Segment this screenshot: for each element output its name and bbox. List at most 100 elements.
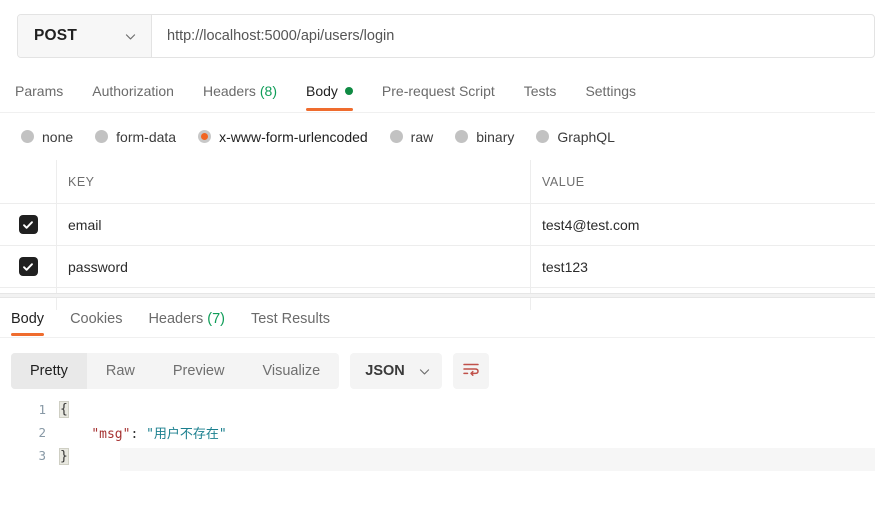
line-number: 1	[38, 402, 46, 417]
radio-form-data-label: form-data	[116, 128, 177, 145]
view-mode-raw-label: Raw	[105, 363, 135, 379]
active-line-highlight	[120, 447, 875, 471]
tab-params-label: Params	[15, 83, 64, 99]
line-number: 3	[38, 448, 46, 463]
code-line-content: {	[59, 401, 875, 418]
code-line-content: "msg": "用户不存在"	[60, 423, 875, 442]
radio-graphql-icon	[536, 130, 550, 143]
response-tab-body-label: Body	[11, 310, 45, 327]
table-row: password test123	[0, 246, 875, 288]
code-line-content: }	[59, 447, 875, 471]
response-body-viewer[interactable]: 1 { 2 "msg": "用户不存在" 3 }	[0, 398, 875, 505]
table-row: email test4@test.com	[0, 204, 875, 246]
tab-authorization[interactable]: Authorization	[92, 70, 174, 113]
header-key-cell: KEY	[57, 160, 531, 203]
row-checkbox-cell	[0, 204, 57, 245]
tab-headers-label: Headers	[202, 83, 256, 99]
radio-graphql-label: GraphQL	[557, 128, 615, 145]
tab-pre-request-script-label: Pre-request Script	[381, 83, 495, 99]
response-view-toolbar: Pretty Raw Preview Visualize JSON	[0, 348, 875, 394]
table-header-row: KEY VALUE	[0, 160, 875, 204]
row-value-cell[interactable]: test123	[531, 246, 875, 287]
json-colon: :	[130, 427, 147, 442]
radio-none[interactable]: none	[21, 129, 73, 145]
response-tab-test-results[interactable]: Test Results	[251, 300, 330, 338]
view-mode-preview-label: Preview	[172, 363, 225, 379]
radio-x-www-form-urlencoded-icon	[198, 130, 212, 143]
radio-graphql[interactable]: GraphQL	[536, 129, 615, 145]
word-wrap-icon	[462, 361, 480, 382]
url-bar-container: POST http://localhost:5000/api/users/log…	[17, 14, 875, 58]
tab-headers-count: (8)	[259, 83, 277, 99]
tab-settings[interactable]: Settings	[585, 70, 636, 113]
row-value-text: test123	[542, 258, 588, 275]
radio-raw-label: raw	[410, 128, 434, 145]
row-key-text: password	[68, 258, 128, 275]
response-tab-headers-label: Headers	[148, 310, 204, 327]
row-value-text: test4@test.com	[542, 216, 640, 233]
radio-raw[interactable]: raw	[389, 128, 434, 145]
tab-authorization-label: Authorization	[92, 83, 174, 99]
view-mode-pretty[interactable]: Pretty	[11, 353, 87, 389]
view-mode-visualize[interactable]: Visualize	[243, 353, 339, 389]
response-tab-headers-count: (7)	[207, 310, 225, 327]
json-key: "msg"	[91, 427, 131, 442]
http-method-label: POST	[34, 27, 78, 44]
radio-none-label: none	[42, 128, 74, 145]
header-value-cell: VALUE	[531, 160, 875, 203]
word-wrap-button[interactable]	[452, 353, 489, 389]
response-format-label: JSON	[365, 363, 405, 379]
row-checkbox-checked-icon[interactable]	[18, 215, 38, 234]
tab-settings-label: Settings	[585, 83, 637, 99]
response-tab-cookies[interactable]: Cookies	[70, 300, 122, 338]
column-header-value: VALUE	[542, 174, 585, 189]
row-value-cell[interactable]: test4@test.com	[531, 204, 875, 245]
pane-divider[interactable]	[0, 293, 875, 298]
json-close-brace: }	[59, 447, 69, 465]
response-tab-test-results-label: Test Results	[251, 310, 330, 327]
body-modified-dot-icon	[344, 87, 353, 95]
code-line: 1 {	[0, 398, 875, 421]
chevron-down-icon	[418, 365, 431, 378]
radio-form-data-icon	[95, 130, 109, 143]
response-tab-headers[interactable]: Headers (7)	[148, 300, 225, 338]
chevron-down-icon	[124, 30, 137, 43]
view-mode-segmented-control: Pretty Raw Preview Visualize	[11, 353, 340, 389]
code-line: 2 "msg": "用户不存在"	[0, 421, 875, 444]
json-string-value: "用户不存在"	[146, 427, 227, 442]
response-tab-cookies-label: Cookies	[70, 310, 123, 327]
request-tabs: Params Authorization Headers (8) Body Pr…	[0, 70, 875, 113]
radio-form-data[interactable]: form-data	[95, 129, 176, 145]
response-format-select[interactable]: JSON	[350, 353, 442, 389]
tab-body-label: Body	[306, 83, 338, 99]
row-key-cell[interactable]: email	[57, 204, 531, 245]
row-key-text: email	[68, 216, 102, 233]
params-table: KEY VALUE email test4@test.com password	[0, 160, 875, 310]
http-method-select[interactable]: POST	[18, 15, 152, 57]
row-checkbox-cell	[0, 246, 57, 287]
response-tab-body[interactable]: Body	[11, 300, 45, 338]
tab-tests[interactable]: Tests	[524, 70, 557, 113]
line-number: 2	[38, 425, 46, 440]
radio-none-icon	[21, 130, 34, 143]
view-mode-preview[interactable]: Preview	[154, 353, 244, 389]
tab-params[interactable]: Params	[15, 70, 63, 113]
column-header-key: KEY	[68, 174, 95, 189]
view-mode-visualize-label: Visualize	[262, 363, 321, 379]
url-input[interactable]: http://localhost:5000/api/users/login	[152, 15, 874, 57]
row-key-cell[interactable]: password	[57, 246, 531, 287]
radio-raw-icon	[389, 130, 403, 143]
row-checkbox-checked-icon[interactable]	[18, 257, 38, 276]
text-cursor	[67, 447, 70, 463]
tab-body[interactable]: Body	[306, 70, 353, 113]
radio-binary-label: binary	[476, 128, 515, 145]
radio-binary[interactable]: binary	[455, 129, 514, 145]
tab-headers[interactable]: Headers (8)	[203, 70, 277, 113]
view-mode-raw[interactable]: Raw	[87, 353, 154, 389]
code-line: 3 }	[0, 444, 875, 471]
tab-body-active-underline	[306, 108, 353, 111]
radio-x-www-form-urlencoded[interactable]: x-www-form-urlencoded	[198, 129, 368, 145]
request-url-bar: POST http://localhost:5000/api/users/log…	[0, 0, 875, 70]
tab-pre-request-script[interactable]: Pre-request Script	[382, 70, 495, 113]
